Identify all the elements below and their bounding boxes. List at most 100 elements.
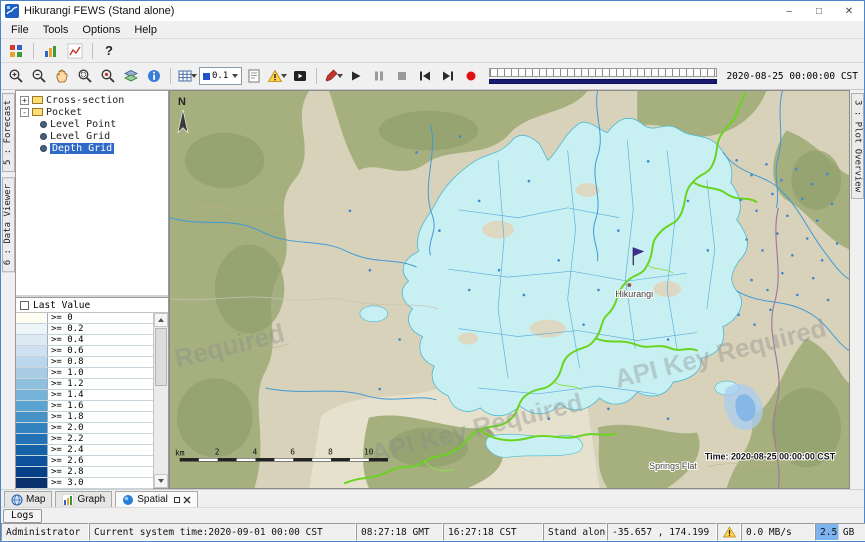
chart-icon [62,494,74,506]
toolbar-separator [170,68,171,84]
legend-color-swatch [16,445,48,455]
menu-options[interactable]: Options [75,23,127,37]
last-value-checkbox[interactable] [20,301,29,310]
dropper-tool-icon[interactable] [322,66,344,87]
pan-hand-icon[interactable] [51,66,73,87]
maximize-button[interactable]: □ [804,1,834,21]
close-button[interactable]: ✕ [834,1,864,21]
layer-color-swatch [203,73,210,80]
legend-row: >= 1.4 [16,390,153,401]
layer-threshold-combo[interactable]: 0.1 [199,67,242,85]
tree-item-cross-section[interactable]: + Cross-section [16,94,168,106]
selected-tree-label: Depth Grid [50,143,114,154]
pause-button[interactable] [368,66,390,87]
legend-color-swatch [16,335,48,345]
status-mode: Stand alone [543,523,607,541]
sphere-icon [122,494,134,506]
profile-document-icon[interactable] [243,66,265,87]
menu-tools[interactable]: Tools [36,23,76,37]
area-label: Springs Flat [649,461,697,471]
logs-button[interactable]: Logs [3,509,42,523]
menu-help[interactable]: Help [127,23,164,37]
tree-item-pocket[interactable]: - Pocket [16,106,168,118]
database-icon[interactable] [5,40,27,61]
scroll-up-icon[interactable] [154,313,168,327]
legend-color-swatch [16,434,48,444]
legend-color-swatch [16,478,48,488]
collapse-icon[interactable]: - [20,108,29,117]
tree-item-depth-grid[interactable]: Depth Grid [16,142,168,154]
grid-layer-icon[interactable] [176,66,198,87]
info-icon[interactable] [143,66,165,87]
sidebar-tab-forecast[interactable]: 5 : Forecast [2,93,15,172]
legend-row: >= 2.4 [16,445,153,456]
restore-panel-icon[interactable] [174,497,180,503]
step-back-button[interactable] [414,66,436,87]
tab-map[interactable]: Map [4,491,52,507]
layer-node-icon [40,121,47,128]
zoom-box-icon[interactable] [74,66,96,87]
legend-row: >= 0 [16,313,153,324]
legend-row: >= 1.8 [16,412,153,423]
expand-icon[interactable]: + [20,96,29,105]
status-warning[interactable] [717,523,741,541]
bottom-tab-bar: Map Graph Spatial [1,489,864,507]
legend-color-swatch [16,456,48,466]
menu-bar: File Tools Options Help [1,21,864,39]
main-toolbar: ? [1,39,864,63]
tab-graph[interactable]: Graph [55,491,112,507]
svg-text:8: 8 [328,447,333,456]
legend-scrollbar[interactable] [153,313,168,488]
play-button[interactable] [345,66,367,87]
help-button[interactable]: ? [99,40,119,61]
minimize-button[interactable]: – [774,1,804,21]
sidebar-tab-data-viewer[interactable]: 6 : Data Viewer [2,177,15,272]
legend-color-swatch [16,467,48,477]
step-forward-button[interactable] [437,66,459,87]
zoom-extent-icon[interactable] [97,66,119,87]
warning-layers-icon[interactable] [266,66,288,87]
layer-tree: + Cross-section - Pocket Level Point Lev… [16,91,168,297]
svg-text:N: N [178,96,186,108]
tree-item-level-grid[interactable]: Level Grid [16,130,168,142]
legend-color-swatch [16,324,48,334]
last-value-label: Last Value [33,300,90,311]
record-button[interactable] [460,66,482,87]
tree-item-level-point[interactable]: Level Point [16,118,168,130]
toolbar-separator [316,68,317,84]
animation-screen-icon[interactable] [289,66,311,87]
zoom-in-icon[interactable] [5,66,27,87]
status-gmt-time: 08:27:18 GMT [356,523,443,541]
time-slider-track[interactable] [489,68,717,77]
right-dock-strip: 3 : Plot Overview [850,90,864,489]
svg-text:km: km [175,448,185,457]
warning-icon [723,526,736,538]
scrollbar-track[interactable] [154,387,168,474]
window-controls: – □ ✕ [774,1,864,21]
close-tab-icon[interactable] [183,496,191,504]
bar-chart-icon[interactable] [40,40,62,61]
legend-table: >= 0 >= 0.2 >= 0.4 >= 0.6 >= 0.8 >= 1.0 … [16,313,153,488]
legend-color-swatch [16,390,48,400]
legend-row: >= 2.2 [16,434,153,445]
time-slider[interactable] [489,68,717,84]
legend-row: >= 0.4 [16,335,153,346]
scroll-down-icon[interactable] [154,474,168,488]
sidebar-tab-plot-overview[interactable]: 3 : Plot Overview [851,93,864,199]
scrollbar-thumb[interactable] [155,328,167,386]
layers-icon[interactable] [120,66,142,87]
window-title: Hikurangi FEWS (Stand alone) [24,5,174,17]
chevron-down-icon [281,74,287,78]
stop-button[interactable] [391,66,413,87]
time-slider-bar [489,79,717,84]
menu-file[interactable]: File [4,23,36,37]
toolbar-separator [92,43,93,59]
legend-color-swatch [16,423,48,433]
folder-icon [32,108,43,116]
legend-panel: Last Value >= 0 >= 0.2 >= 0.4 >= 0.6 >= … [16,297,168,488]
legend-row: >= 0.8 [16,357,153,368]
line-chart-icon[interactable] [64,40,86,61]
zoom-out-icon[interactable] [28,66,50,87]
tab-spatial[interactable]: Spatial [115,491,198,507]
map-canvas[interactable]: API Key Required API Key Required API Ke… [169,90,850,489]
